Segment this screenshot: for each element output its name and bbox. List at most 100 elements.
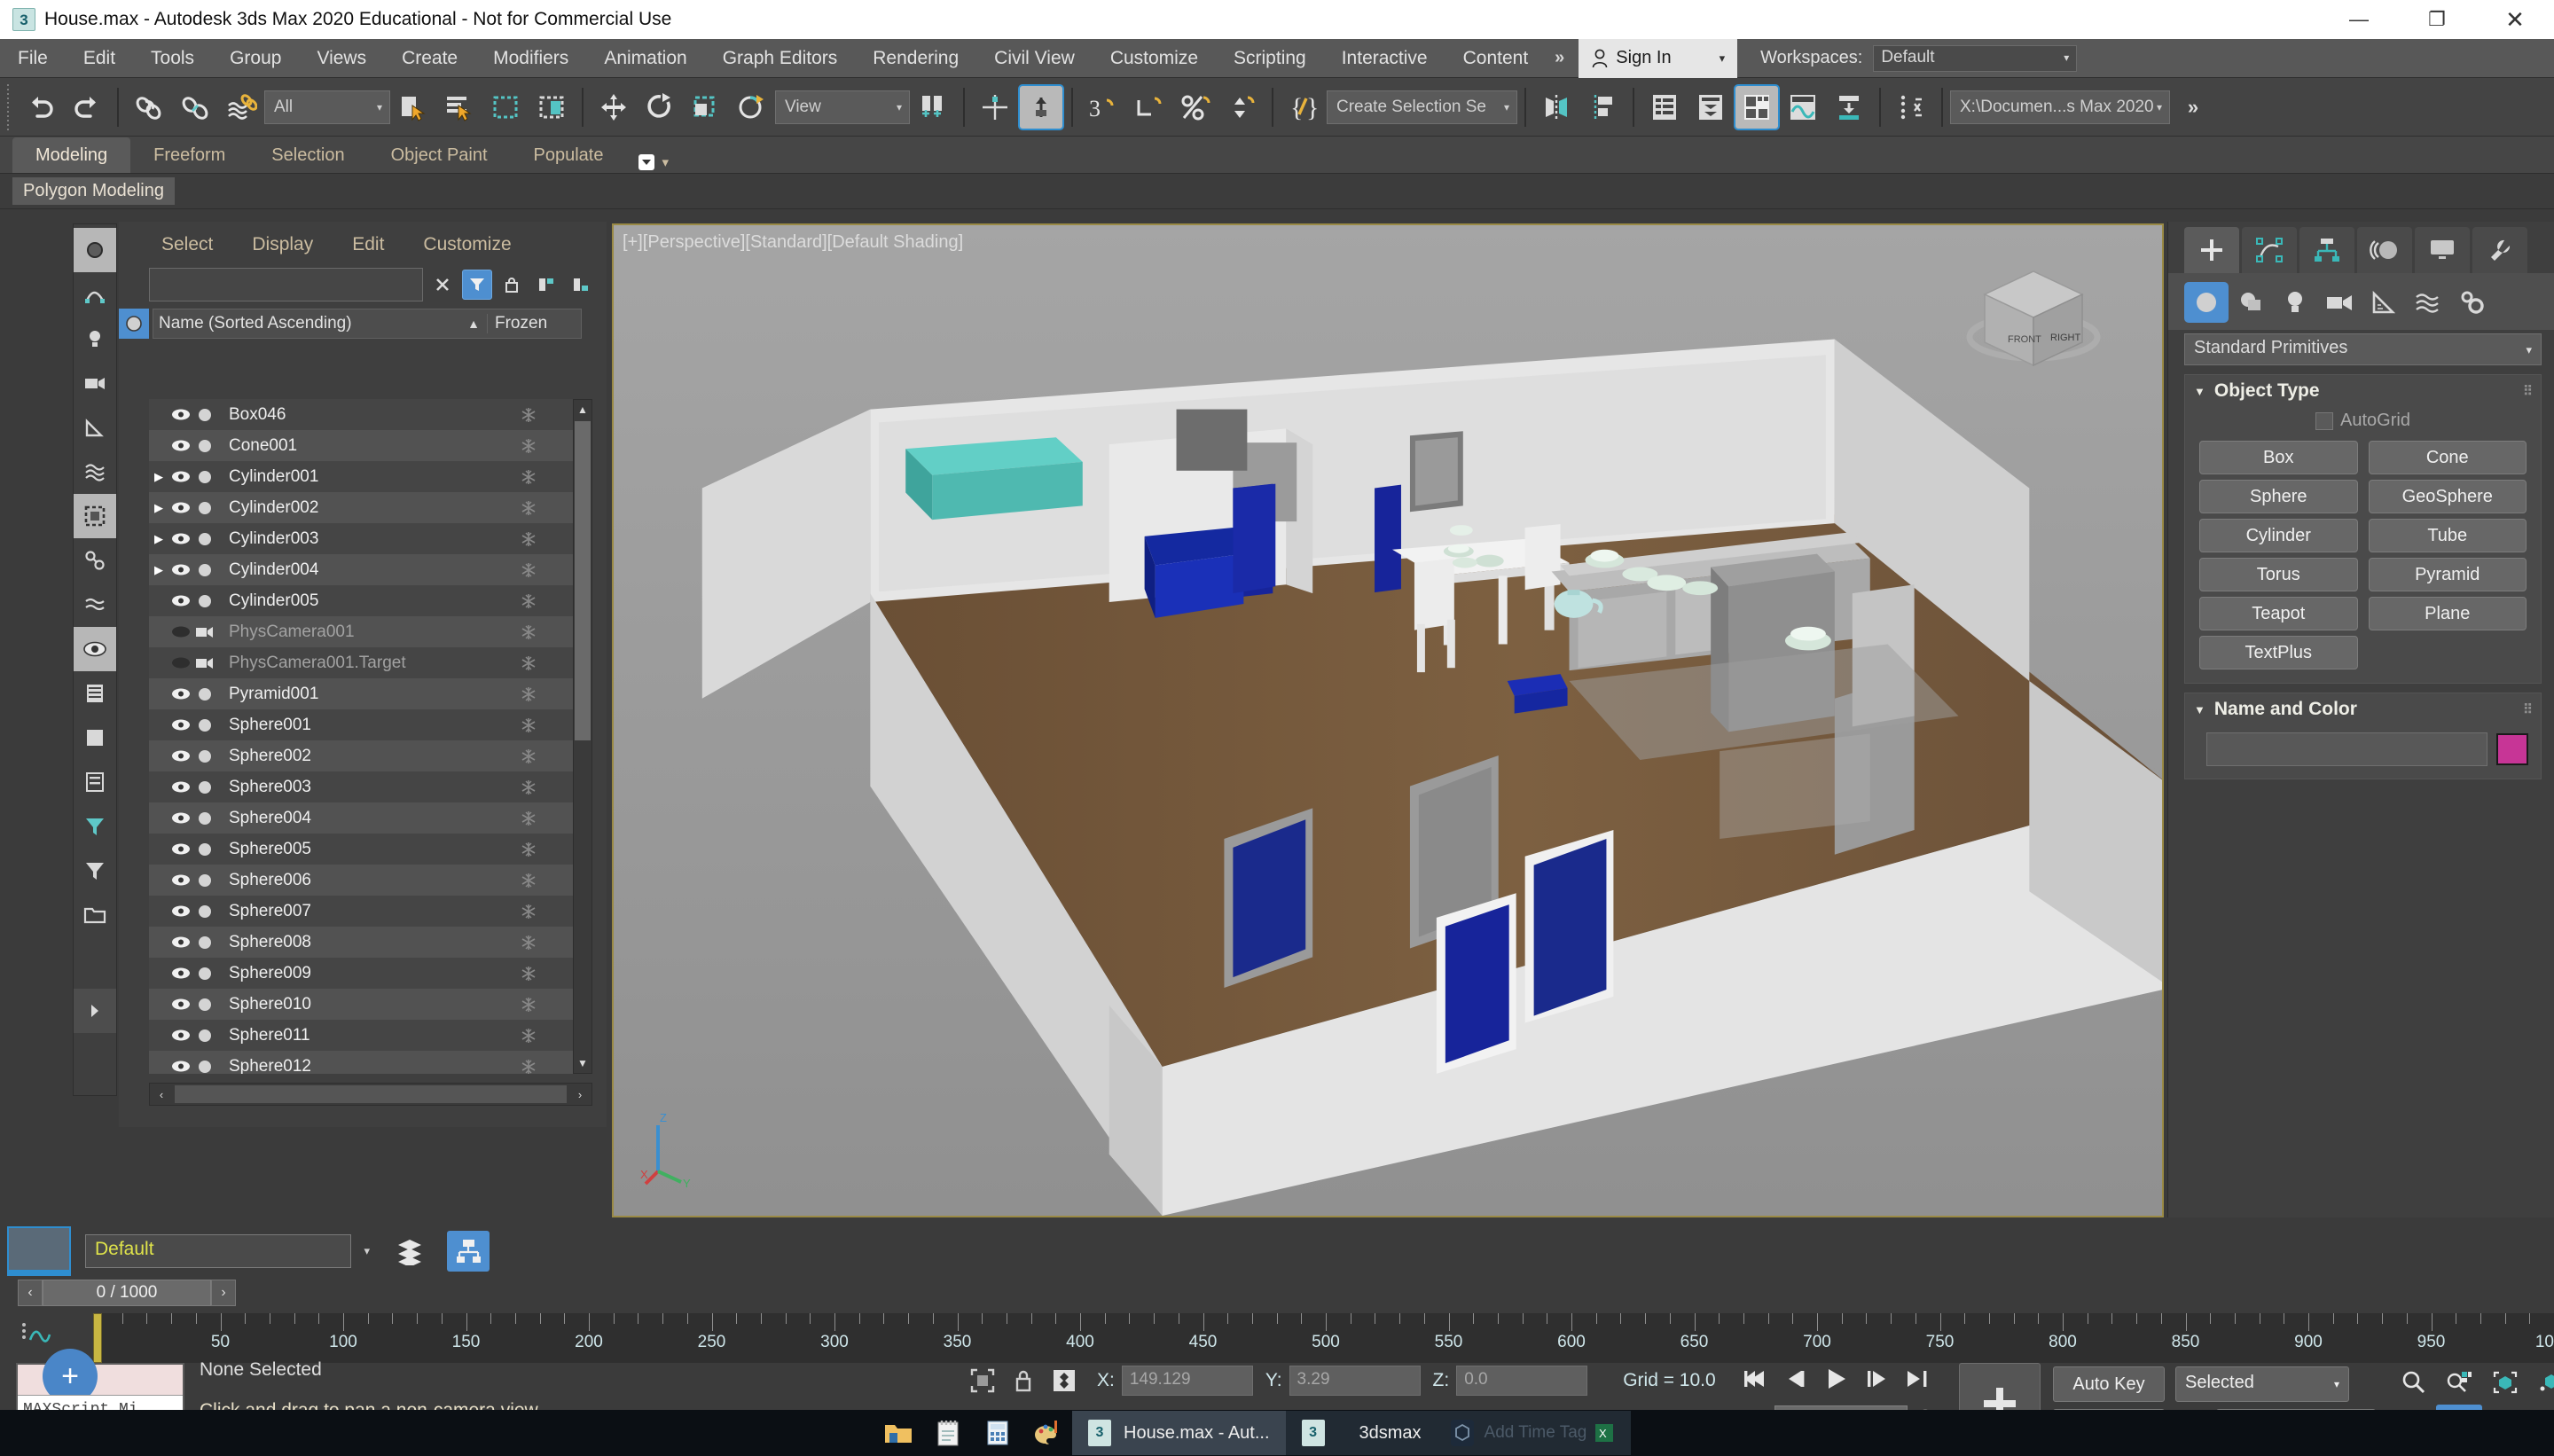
object-name[interactable]: Sphere001 [216,716,484,735]
window-crossing-icon[interactable] [529,84,575,130]
scroll-right-icon[interactable]: › [568,1088,591,1101]
ribbon-tab-populate[interactable]: Populate [511,137,627,173]
hscroll-thumb[interactable] [175,1085,567,1103]
eye-icon[interactable] [168,501,193,514]
ribbon-tab-freeform[interactable]: Freeform [130,137,248,173]
object-name[interactable]: Cylinder003 [216,529,484,549]
mirror-tool-icon[interactable] [1533,84,1579,130]
taskbar-task-3dsmax[interactable]: 3 3dsmax Add Time Tag X [1286,1411,1632,1455]
y-field[interactable]: 3.29 [1289,1366,1421,1396]
table-row[interactable]: ▶Cylinder003 [149,523,573,554]
frozen-icon[interactable] [484,1028,573,1044]
object-dot-icon[interactable] [193,966,216,982]
object-type-button-pyramid[interactable]: Pyramid [2369,558,2527,591]
menu-item-interactive[interactable]: Interactive [1324,39,1445,78]
list-view-icon[interactable] [74,671,116,716]
cameras-icon[interactable] [2317,282,2362,323]
minimize-button[interactable]: — [2320,0,2398,39]
select-and-scale-icon[interactable] [683,84,729,130]
object-name[interactable]: Sphere004 [216,809,484,828]
object-name[interactable]: Pyramid001 [216,685,484,704]
object-dot-icon[interactable] [193,686,216,702]
toggle-layer-explorer-icon[interactable] [1126,84,1172,130]
timeline-ruler[interactable]: 0501001502002503003504004505005506006507… [98,1313,2554,1363]
curve-editor-icon[interactable] [1780,84,1826,130]
menu-item-create[interactable]: Create [384,39,475,78]
table-row[interactable]: Sphere011 [149,1020,573,1051]
auto-key-button[interactable]: Auto Key [2053,1366,2165,1402]
object-dot-icon[interactable] [193,1028,216,1044]
taskbar-task-housemax[interactable]: 3 House.max - Aut... [1072,1411,1286,1455]
frozen-icon[interactable] [484,935,573,951]
motion-tab[interactable] [2357,227,2412,273]
menu-item-graph-editors[interactable]: Graph Editors [705,39,856,78]
layer-select[interactable]: Default ▾ [85,1234,351,1268]
column-header-frozen[interactable]: Frozen [487,314,581,333]
view-cube[interactable]: FRONT RIGHT [1958,252,2109,403]
explorer-menu-customize[interactable]: Customize [403,234,530,255]
expand-triangle-icon[interactable]: ▶ [149,501,168,515]
object-name[interactable]: Sphere011 [216,1026,484,1045]
name-and-color-header[interactable]: ▼ Name and Color ⠿ [2185,693,2541,725]
object-name[interactable]: Sphere009 [216,964,484,983]
ribbon-tab-object-paint[interactable]: Object Paint [368,137,511,173]
eye-icon[interactable] [168,780,193,794]
select-bones-icon[interactable] [74,538,116,583]
object-name[interactable]: Sphere012 [216,1057,484,1075]
explorer-menu-select[interactable]: Select [142,234,232,255]
frozen-icon[interactable] [484,624,573,640]
ribbon-tab-selection[interactable]: Selection [248,137,367,173]
frozen-icon[interactable] [484,593,573,609]
layer-explorer-icon[interactable] [388,1231,431,1272]
explorer-menu-display[interactable]: Display [232,234,333,255]
column-header-name[interactable]: Name (Sorted Ascending) [153,314,467,333]
eye-icon[interactable] [168,1060,193,1073]
eye-icon[interactable] [168,532,193,545]
object-dot-icon[interactable] [193,779,216,795]
reference-coordinate-select[interactable]: View ▾ [775,90,910,124]
eye-icon[interactable] [168,1029,193,1042]
object-name[interactable]: Cylinder002 [216,498,484,518]
filter-icon[interactable] [462,270,492,300]
object-dot-icon[interactable] [193,562,216,578]
table-row[interactable]: Sphere009 [149,958,573,989]
object-name[interactable]: Sphere010 [216,995,484,1014]
object-name[interactable]: Cylinder004 [216,560,484,580]
menu-item-edit[interactable]: Edit [66,39,133,78]
object-dot-icon[interactable] [193,469,216,485]
go-to-end-button[interactable] [1897,1360,1938,1397]
select-xrefs-icon[interactable] [74,583,116,627]
menu-item-customize[interactable]: Customize [1093,39,1216,78]
frozen-icon[interactable] [484,810,573,826]
table-row[interactable]: Sphere007 [149,896,573,927]
toolbar-overflow-icon[interactable]: » [2170,84,2216,130]
helpers-icon[interactable] [2362,282,2406,323]
object-dot-icon[interactable] [193,997,216,1013]
object-type-header[interactable]: ▼ Object Type ⠿ [2185,375,2541,407]
frozen-icon[interactable] [484,469,573,485]
frozen-icon[interactable] [484,997,573,1013]
schematic-view-icon[interactable] [1826,84,1872,130]
next-frame-button[interactable]: › [211,1280,236,1306]
menu-item-file[interactable]: File [0,39,66,78]
undo-button[interactable] [18,84,64,130]
expand-all-icon[interactable] [531,270,561,300]
close-button[interactable]: ✕ [2476,0,2554,39]
object-type-button-sphere[interactable]: Sphere [2199,480,2358,513]
eye-icon[interactable] [168,470,193,483]
sign-in-button[interactable]: Sign In ▾ [1579,39,1737,78]
select-shapes-icon[interactable] [74,272,116,317]
scene-explorer-dialog-icon[interactable] [447,1231,490,1272]
object-name[interactable]: Sphere002 [216,747,484,766]
ribbon-dropdown-button[interactable]: ▾ [627,152,678,173]
object-dot-icon[interactable] [193,904,216,920]
sort-ascending-icon[interactable]: ▲ [467,317,487,331]
expand-triangle-icon[interactable]: ▶ [149,470,168,484]
menu-item-views[interactable]: Views [299,39,384,78]
frozen-icon[interactable] [484,904,573,920]
object-name[interactable]: Box046 [216,405,484,425]
mirror-icon[interactable] [972,84,1018,130]
frozen-icon[interactable] [484,686,573,702]
frozen-icon[interactable] [484,500,573,516]
x-field[interactable]: 149.129 [1122,1366,1253,1396]
